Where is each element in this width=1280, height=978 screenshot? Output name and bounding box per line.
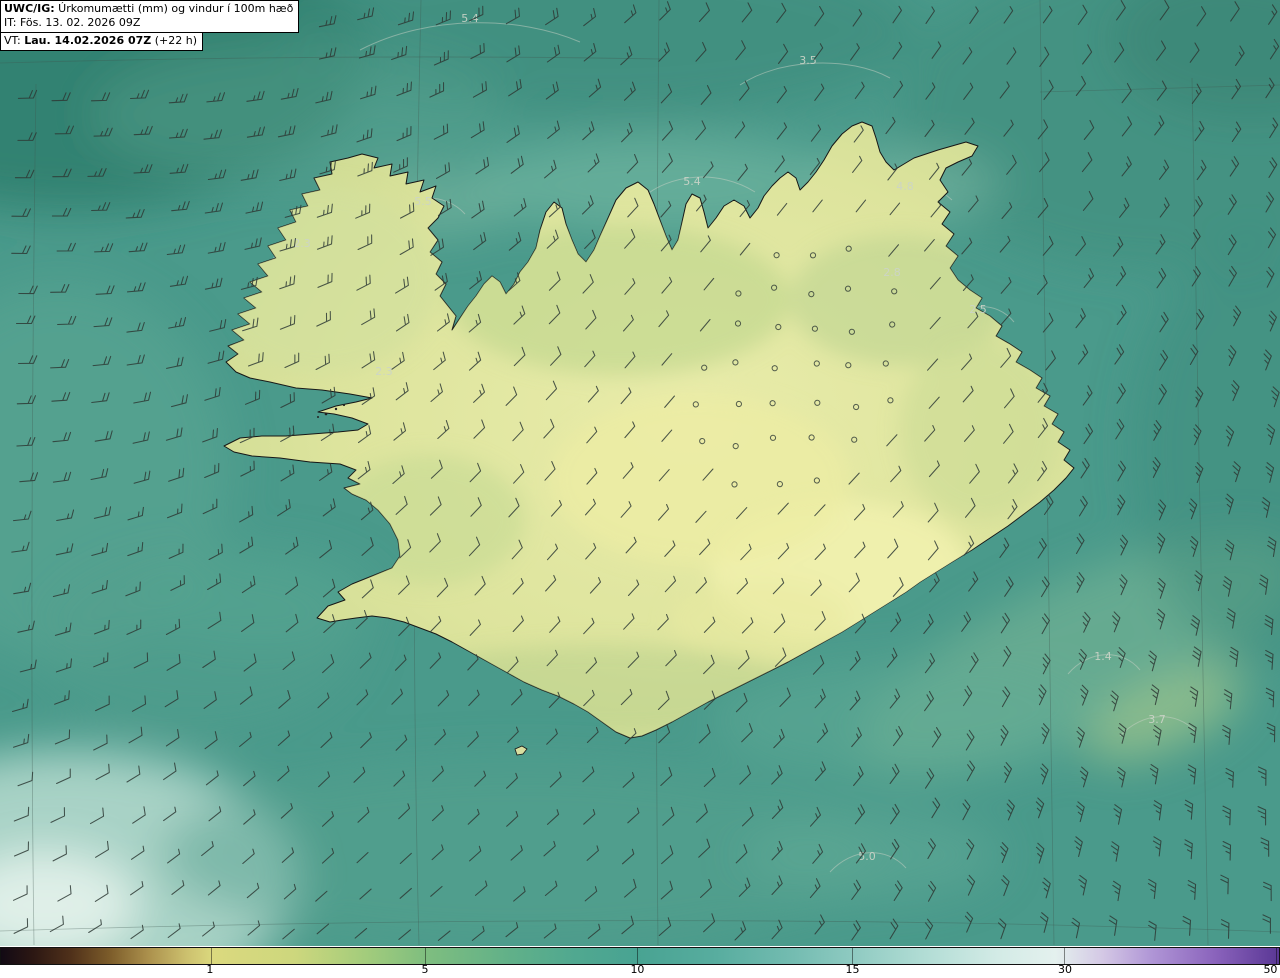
product-title: UWC/IG: Úrkomumætti (mm) og vindur í 100… [4,2,293,16]
contour-label: 2.5 [969,303,987,316]
contour-label: 2.8 [883,266,901,279]
contour-label: 1.4 [1094,650,1112,663]
valid-time-box: VT: Lau. 14.02.2026 07Z (+22 h) [0,32,203,51]
model-id: UWC/IG: [4,2,55,15]
forecast-chart-page: 5.4 3.5 5.4 4.8 5.5 2.3 2.8 2.5 2.3 1.4 3.7 5.0 UWC… [0,0,1280,978]
contour-label: 2.3 [375,365,393,378]
colorbar-tick [637,948,639,964]
colorbar-tick [852,948,854,964]
valid-time-prefix: VT: [4,34,25,47]
colorbar-tick-label: 50 [1263,963,1278,976]
colorbar-tick [425,948,427,964]
contour-label: 5.5 [414,195,432,208]
colorbar-tick [1064,948,1066,964]
map-title-block: UWC/IG: Úrkomumætti (mm) og vindur í 100… [0,0,300,51]
colorbar-tick-label: 30 [1057,963,1072,976]
init-time: IT: Fös. 13. 02. 2026 09Z [4,16,141,29]
colorbar-tick-label: 1 [206,963,214,976]
colorbar-tick [210,948,212,964]
title-box: UWC/IG: Úrkomumætti (mm) og vindur í 100… [0,0,300,33]
weather-map: 5.43.55.4 4.85.52.32.82.52.31.43.75.0 [0,0,1280,948]
colorbar-tick-label: 10 [630,963,645,976]
colorbar-tick-label: 5 [421,963,429,976]
contour-label: 3.7 [1148,713,1166,726]
contour-label: 5.4 [461,12,479,25]
colorbar-legend: 1 5 10 15 30 50 [0,946,1280,978]
product-title-text: Úrkomumætti (mm) og vindur í 100m hæð [54,2,294,15]
contour-label: 5.4 [683,175,701,188]
valid-time: Lau. 14.02.2026 07Z [24,34,152,47]
colorbar-labels: 1 5 10 15 30 50 [0,963,1280,978]
valid-time-suffix: (+22 h) [151,34,197,47]
colorbar-tick [1276,948,1278,964]
contour-label: 4.8 [896,180,914,193]
colorbar-tick-label: 15 [845,963,860,976]
contour-label: 3.5 [799,54,817,67]
